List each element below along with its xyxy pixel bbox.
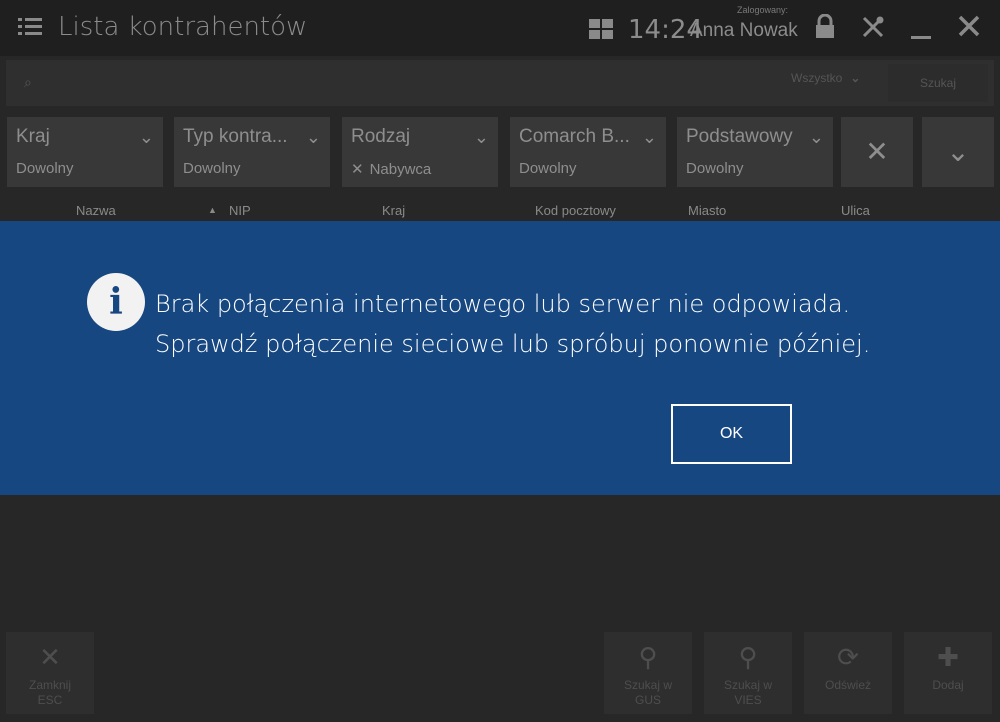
- search-scope-select[interactable]: Wszystko ⌄: [791, 71, 860, 85]
- refresh-icon: ⟳: [837, 642, 859, 672]
- chevron-down-icon: ⌄: [473, 127, 489, 147]
- ok-button[interactable]: OK: [671, 404, 792, 464]
- user-name: Anna Nowak: [690, 20, 798, 41]
- filter-kraj[interactable]: Kraj ⌄ Dowolny: [7, 117, 163, 187]
- chevron-down-icon: ⌄: [641, 127, 657, 147]
- sort-asc-icon: ▲: [208, 205, 217, 215]
- refresh-button[interactable]: ⟳ Odśwież: [804, 632, 892, 714]
- filter-title: Rodzaj: [351, 126, 411, 147]
- chevron-down-icon: ⌄: [808, 127, 824, 147]
- chevron-down-icon: ⌄: [305, 127, 321, 147]
- search-gus-button[interactable]: ⚲ Szukaj w GUS: [604, 632, 692, 714]
- minimize-icon[interactable]: [908, 14, 934, 42]
- tools-icon[interactable]: [860, 14, 886, 42]
- filter-value: Dowolny: [519, 160, 577, 177]
- add-user-icon: ✚: [937, 642, 959, 672]
- column-header-miasto[interactable]: Miasto: [688, 203, 726, 218]
- filter-title: Podstawowy: [686, 126, 793, 147]
- windows-grid-icon[interactable]: [589, 19, 613, 39]
- column-header-nazwa[interactable]: Nazwa: [76, 203, 116, 218]
- close-icon: ✕: [865, 136, 889, 167]
- search-bar[interactable]: ⌕ Wszystko ⌄ Szukaj: [6, 60, 994, 106]
- search-icon: ⚲: [738, 642, 758, 672]
- search-icon: ⌕: [24, 74, 32, 90]
- filter-value: Dowolny: [183, 160, 241, 177]
- chevron-down-icon: ⌄: [946, 136, 970, 167]
- column-header-kod-pocztowy[interactable]: Kod pocztowy: [535, 203, 616, 218]
- lock-icon[interactable]: [812, 13, 838, 42]
- search-vies-button[interactable]: ⚲ Szukaj w VIES: [704, 632, 792, 714]
- column-header-kraj[interactable]: Kraj: [382, 203, 405, 218]
- close-icon[interactable]: [956, 14, 982, 42]
- error-dialog: i Brak połączenia internetowego lub serw…: [0, 221, 1000, 495]
- filter-title: Comarch B...: [519, 126, 630, 147]
- info-icon: i: [87, 273, 145, 331]
- dialog-message-line: Brak połączenia internetowego lub serwer…: [155, 290, 851, 318]
- search-icon: ⚲: [638, 642, 658, 672]
- filter-value: Dowolny: [16, 160, 74, 177]
- search-button[interactable]: Szukaj: [888, 64, 988, 102]
- close-icon: ✕: [39, 642, 61, 672]
- add-button[interactable]: ✚ Dodaj: [904, 632, 992, 714]
- page-title: Lista kontrahentów: [58, 12, 308, 42]
- column-header-nip[interactable]: NIP: [229, 203, 251, 218]
- filter-value: ✕ Nabywca: [351, 161, 432, 178]
- menu-icon[interactable]: [18, 18, 42, 38]
- filter-podstawowy[interactable]: Podstawowy ⌄ Dowolny: [677, 117, 833, 187]
- dialog-message: Brak połączenia internetowego lub serwer…: [155, 284, 870, 364]
- header-bar: Lista kontrahentów 14:24 Zalogowany: Ann…: [0, 0, 1000, 56]
- dialog-message-line: Sprawdź połączenie sieciowe lub spróbuj …: [155, 330, 871, 358]
- expand-filters-button[interactable]: ⌄: [922, 117, 994, 187]
- clear-icon[interactable]: ✕: [351, 161, 364, 178]
- filter-title: Kraj: [16, 126, 50, 147]
- filter-comarch[interactable]: Comarch B... ⌄ Dowolny: [510, 117, 666, 187]
- chevron-down-icon: ⌄: [138, 127, 154, 147]
- filter-title: Typ kontra...: [183, 126, 288, 147]
- column-header-ulica[interactable]: Ulica: [841, 203, 870, 218]
- filter-value: Dowolny: [686, 160, 744, 177]
- clear-filters-button[interactable]: ✕: [841, 117, 913, 187]
- filter-rodzaj[interactable]: Rodzaj ⌄ ✕ Nabywca: [342, 117, 498, 187]
- logged-in-label: Zalogowany:: [737, 5, 789, 15]
- filter-typ-kontrahenta[interactable]: Typ kontra... ⌄ Dowolny: [174, 117, 330, 187]
- close-esc-button[interactable]: ✕ Zamknij ESC: [6, 632, 94, 714]
